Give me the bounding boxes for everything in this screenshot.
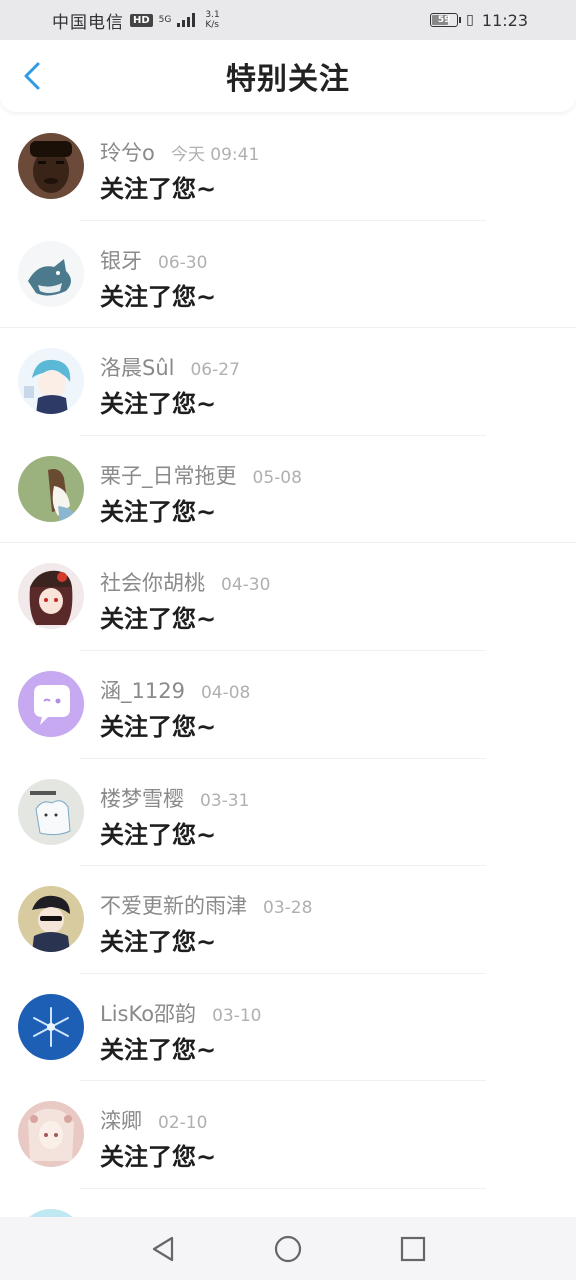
avatar[interactable] <box>18 1101 84 1168</box>
user-name[interactable]: 栗子_日常拖更 <box>100 460 237 490</box>
list-item[interactable]: 滦卿 02-10 关注了您~ <box>0 1081 576 1189</box>
item-meta: 社会你胡桃 04-30 <box>100 567 270 597</box>
follow-message: 关注了您~ <box>100 1035 217 1064</box>
follow-list: 玲兮o 今天 09:41 关注了您~ 银牙 06-30 关注了您~ 洛晨Sûl … <box>0 113 576 1217</box>
follow-time: 05-08 <box>252 467 302 488</box>
follow-message: 关注了您~ <box>100 1143 217 1172</box>
carrier-label: 中国电信 <box>52 12 124 33</box>
follow-time: 04-08 <box>200 682 251 703</box>
vibrate-icon: ▯ <box>466 12 474 28</box>
triangle-back-icon <box>152 1236 173 1261</box>
status-bar: 中国电信 HD 5G 3.1 K/s 59 ▯ 11:23 <box>0 0 576 40</box>
status-left: 中国电信 HD 5G 3.1 K/s <box>52 8 220 33</box>
chevron-left-icon <box>24 62 40 90</box>
header: 特别关注 <box>0 40 576 112</box>
user-name[interactable]: 滦卿 <box>100 1105 142 1135</box>
avatar[interactable] <box>18 455 84 522</box>
page-title: 特别关注 <box>226 62 350 97</box>
item-meta: 涵_1129 04-08 <box>100 675 250 705</box>
user-name[interactable]: 社会你胡桃 <box>100 567 205 597</box>
user-name[interactable]: LisKo邵韵 <box>100 998 196 1028</box>
follow-message: 关注了您~ <box>100 928 217 957</box>
item-meta: 洛晨Sûl 06-27 <box>100 352 240 382</box>
item-meta: LisKo邵韵 03-10 <box>100 998 261 1028</box>
list-item[interactable]: 栗子_日常拖更 05-08 关注了您~ <box>0 436 576 544</box>
avatar[interactable] <box>18 886 84 953</box>
avatar[interactable] <box>18 348 84 415</box>
user-name[interactable]: 洛晨Sûl <box>100 352 174 382</box>
list-item[interactable]: 银牙 06-30 关注了您~ <box>0 221 576 329</box>
follow-message: 关注了您~ <box>100 497 217 526</box>
follow-time: 06-27 <box>190 360 240 381</box>
user-name[interactable]: 银牙 <box>100 245 142 275</box>
follow-time: 今天 09:41 <box>170 145 260 165</box>
battery-icon: 59 <box>430 13 462 27</box>
user-name[interactable]: 玲兮o <box>100 137 155 167</box>
list-item[interactable]: 社会你胡桃 04-30 关注了您~ <box>0 543 576 651</box>
follow-time: 03-31 <box>200 790 250 811</box>
follow-time: 03-10 <box>212 1005 262 1026</box>
follow-time: 04-30 <box>221 575 271 596</box>
user-name[interactable]: 楼梦雪樱 <box>100 783 184 813</box>
system-nav-bar <box>0 1217 576 1280</box>
net-speed-value: 3.1 <box>205 10 220 20</box>
net-speed-unit: K/s <box>205 20 219 30</box>
avatar[interactable] <box>18 240 84 307</box>
item-meta: 滦卿 02-10 <box>100 1105 207 1135</box>
follow-time: 06-30 <box>158 252 208 273</box>
item-meta: 银牙 06-30 <box>100 245 207 275</box>
list-item[interactable]: 玲兮o 今天 09:41 关注了您~ <box>0 113 576 221</box>
follow-message: 关注了您~ <box>100 390 217 419</box>
home-nav-button[interactable] <box>268 1229 308 1269</box>
follow-time: 02-10 <box>158 1113 208 1134</box>
list-item[interactable]: 洛晨Sûl 06-27 关注了您~ <box>0 328 576 436</box>
avatar[interactable] <box>18 778 84 845</box>
follow-message: 关注了您~ <box>100 282 217 311</box>
avatar[interactable] <box>18 670 84 737</box>
list-item[interactable]: 涵_1129 04-08 关注了您~ <box>0 651 576 759</box>
follow-time: 03-28 <box>263 898 313 919</box>
avatar[interactable] <box>18 563 84 630</box>
recents-nav-button[interactable] <box>393 1229 433 1269</box>
avatar[interactable] <box>18 133 84 199</box>
item-meta: 不爱更新的雨津 03-28 <box>100 890 312 920</box>
signal-icon <box>177 13 196 27</box>
network-indicator: 5G <box>158 14 172 25</box>
list-item[interactable]: 不爱更新的雨津 03-28 关注了您~ <box>0 866 576 974</box>
net-speed: 3.1 K/s <box>205 10 219 30</box>
clock: 11:23 <box>481 10 528 30</box>
list-item[interactable]: LisKo邵韵 03-10 关注了您~ <box>0 974 576 1082</box>
list-item-partial[interactable] <box>0 1189 576 1217</box>
back-button[interactable] <box>14 56 50 96</box>
follow-message: 关注了您~ <box>100 712 217 741</box>
status-right: 59 ▯ 11:23 <box>430 11 528 30</box>
user-name[interactable]: 涵_1129 <box>100 675 185 705</box>
hd-badge: HD <box>130 13 153 27</box>
item-meta: 栗子_日常拖更 05-08 <box>100 460 302 490</box>
item-meta: 玲兮o 今天 09:41 <box>100 137 259 167</box>
battery-level: 59 <box>437 15 451 25</box>
list-item[interactable]: 楼梦雪樱 03-31 关注了您~ <box>0 759 576 867</box>
avatar[interactable] <box>18 993 84 1060</box>
user-name[interactable]: 不爱更新的雨津 <box>100 890 247 920</box>
follow-message: 关注了您~ <box>100 175 217 203</box>
back-nav-button[interactable] <box>143 1229 183 1269</box>
avatar[interactable] <box>18 1208 84 1217</box>
follow-message: 关注了您~ <box>100 605 217 634</box>
square-recents-icon <box>401 1236 426 1261</box>
network-type: 5G <box>158 14 172 25</box>
item-meta: 楼梦雪樱 03-31 <box>100 783 249 813</box>
follow-message: 关注了您~ <box>100 820 217 849</box>
circle-home-icon <box>274 1235 302 1262</box>
